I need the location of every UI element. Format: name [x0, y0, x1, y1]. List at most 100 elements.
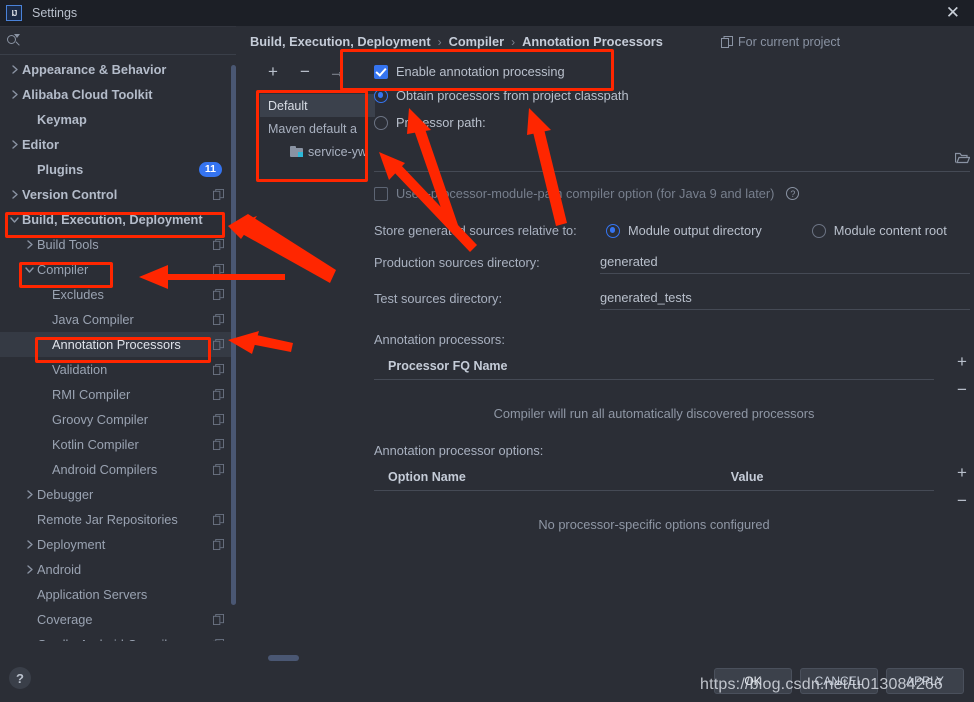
apply-button[interactable]: APPLY: [886, 668, 964, 694]
chevron-right-icon[interactable]: [24, 539, 35, 550]
expand-arrow[interactable]: [6, 64, 22, 75]
copy-icon[interactable]: [213, 539, 224, 550]
search-input[interactable]: [22, 33, 236, 48]
copy-icon[interactable]: [213, 314, 224, 325]
sidebar-item-kotlin-compiler[interactable]: Kotlin Compiler: [0, 432, 236, 457]
processor-path-input[interactable]: [374, 144, 934, 170]
cancel-button[interactable]: CANCEL: [800, 668, 878, 694]
expand-arrow[interactable]: [6, 189, 22, 200]
sidebar-item-editor[interactable]: Editor: [0, 132, 236, 157]
sidebar-item-plugins[interactable]: Plugins 11: [0, 157, 236, 182]
chevron-right-icon[interactable]: [9, 89, 20, 100]
copy-icon[interactable]: [213, 639, 224, 641]
expand-arrow[interactable]: [21, 489, 37, 500]
ok-button[interactable]: OK: [714, 668, 792, 694]
chevron-right-icon[interactable]: [9, 189, 20, 200]
sidebar-item-java-compiler[interactable]: Java Compiler: [0, 307, 236, 332]
expand-arrow[interactable]: [21, 564, 37, 575]
sidebar-item-debugger[interactable]: Debugger: [0, 482, 236, 507]
sidebar-item-deployment[interactable]: Deployment: [0, 532, 236, 557]
processor-path-row[interactable]: Processor path:: [374, 115, 970, 130]
enable-annotation-processing-row[interactable]: Enable annotation processing: [374, 64, 565, 79]
add-processor-button[interactable]: +: [954, 353, 970, 370]
help-button[interactable]: ?: [9, 667, 31, 689]
search-dropdown-caret-icon[interactable]: [14, 34, 20, 38]
sidebar-vertical-scrollbar[interactable]: [231, 65, 236, 605]
sidebar-item-version-control[interactable]: Version Control: [0, 182, 236, 207]
obtain-from-classpath-row[interactable]: Obtain processors from project classpath: [374, 88, 970, 103]
move-to-profile-button[interactable]: →: [328, 62, 346, 80]
column-option-name[interactable]: Option Name: [388, 470, 466, 484]
breadcrumb-item-root[interactable]: Build, Execution, Deployment: [250, 34, 431, 49]
chevron-down-icon[interactable]: [24, 264, 35, 275]
folder-open-icon[interactable]: [955, 152, 970, 164]
expand-arrow[interactable]: [6, 214, 22, 225]
sidebar-item-remote-jar-repositories[interactable]: Remote Jar Repositories: [0, 507, 236, 532]
column-value[interactable]: Value: [731, 470, 764, 484]
obtain-from-classpath-radio[interactable]: [374, 88, 388, 103]
copy-icon[interactable]: [213, 339, 224, 350]
sidebar-item-keymap[interactable]: Keymap: [0, 107, 236, 132]
use-processor-module-path-row[interactable]: Use --processor-module-path compiler opt…: [374, 186, 970, 201]
module-content-root-radio[interactable]: [811, 223, 826, 238]
copy-icon[interactable]: [213, 439, 224, 450]
profile-item-maven-default-a[interactable]: Maven default a: [260, 117, 375, 140]
sidebar-item-android-compilers[interactable]: Android Compilers: [0, 457, 236, 482]
copy-icon[interactable]: [213, 289, 224, 300]
chevron-right-icon[interactable]: [9, 139, 20, 150]
column-processor-fq-name[interactable]: Processor FQ Name: [388, 359, 508, 373]
sidebar-item-application-servers[interactable]: Application Servers: [0, 582, 236, 607]
copy-icon[interactable]: [213, 464, 224, 475]
sidebar-item-annotation-processors[interactable]: Annotation Processors: [0, 332, 236, 357]
expand-arrow[interactable]: [21, 239, 37, 250]
breadcrumb-item-compiler[interactable]: Compiler: [449, 34, 504, 49]
copy-icon[interactable]: [213, 614, 224, 625]
module-content-root-option[interactable]: Module content root: [811, 223, 947, 238]
copy-icon[interactable]: [213, 414, 224, 425]
remove-processor-button[interactable]: −: [954, 381, 970, 398]
module-output-directory-option[interactable]: Module output directory: [606, 223, 762, 238]
chevron-down-icon[interactable]: [9, 214, 20, 225]
sidebar-item-compiler[interactable]: Compiler: [0, 257, 236, 282]
production-sources-input[interactable]: generated: [600, 254, 970, 274]
sidebar-item-validation[interactable]: Validation: [0, 357, 236, 382]
sidebar-item-alibaba-cloud-toolkit[interactable]: Alibaba Cloud Toolkit: [0, 82, 236, 107]
expand-arrow[interactable]: [6, 89, 22, 100]
sidebar-item-coverage[interactable]: Coverage: [0, 607, 236, 632]
chevron-right-icon[interactable]: [24, 489, 35, 500]
sidebar-item-android[interactable]: Android: [0, 557, 236, 582]
expand-arrow[interactable]: [21, 539, 37, 550]
test-sources-input[interactable]: generated_tests: [600, 290, 970, 310]
chevron-right-icon[interactable]: [24, 564, 35, 575]
question-circle-icon[interactable]: ?: [786, 187, 800, 200]
copy-icon[interactable]: [213, 239, 224, 250]
add-profile-button[interactable]: +: [264, 62, 282, 80]
sidebar-item-appearance-behavior[interactable]: Appearance & Behavior: [0, 57, 236, 82]
profile-item-service-yw[interactable]: service-yw: [260, 140, 375, 163]
copy-icon[interactable]: [213, 389, 224, 400]
chevron-right-icon[interactable]: [24, 239, 35, 250]
copy-icon[interactable]: [213, 264, 224, 275]
copy-icon[interactable]: [213, 364, 224, 375]
processor-path-radio[interactable]: [374, 115, 388, 130]
add-option-button[interactable]: +: [954, 464, 970, 481]
chevron-right-icon[interactable]: [9, 64, 20, 75]
copy-icon[interactable]: [213, 514, 224, 525]
remove-option-button[interactable]: −: [954, 492, 970, 509]
enable-annotation-processing-checkbox[interactable]: [374, 64, 388, 79]
expand-arrow[interactable]: [21, 264, 37, 275]
sidebar-item-gradle-android-compiler[interactable]: Gradle-Android Compiler: [0, 632, 236, 641]
module-output-directory-radio[interactable]: [606, 223, 620, 238]
close-icon[interactable]: ✕: [946, 4, 960, 22]
sidebar-item-excludes[interactable]: Excludes: [0, 282, 236, 307]
copy-icon[interactable]: [213, 189, 224, 200]
sidebar-item-build-tools[interactable]: Build Tools: [0, 232, 236, 257]
remove-profile-button[interactable]: −: [296, 62, 314, 80]
sidebar-item-rmi-compiler[interactable]: RMI Compiler: [0, 382, 236, 407]
sidebar-item-build-execution-deployment[interactable]: Build, Execution, Deployment: [0, 207, 236, 232]
profile-item-default[interactable]: Default: [260, 94, 375, 117]
expand-arrow[interactable]: [6, 139, 22, 150]
sidebar-item-groovy-compiler[interactable]: Groovy Compiler: [0, 407, 236, 432]
annotation-processor-options-section-label: Annotation processor options:: [374, 443, 544, 458]
use-processor-module-path-checkbox[interactable]: [374, 186, 388, 201]
